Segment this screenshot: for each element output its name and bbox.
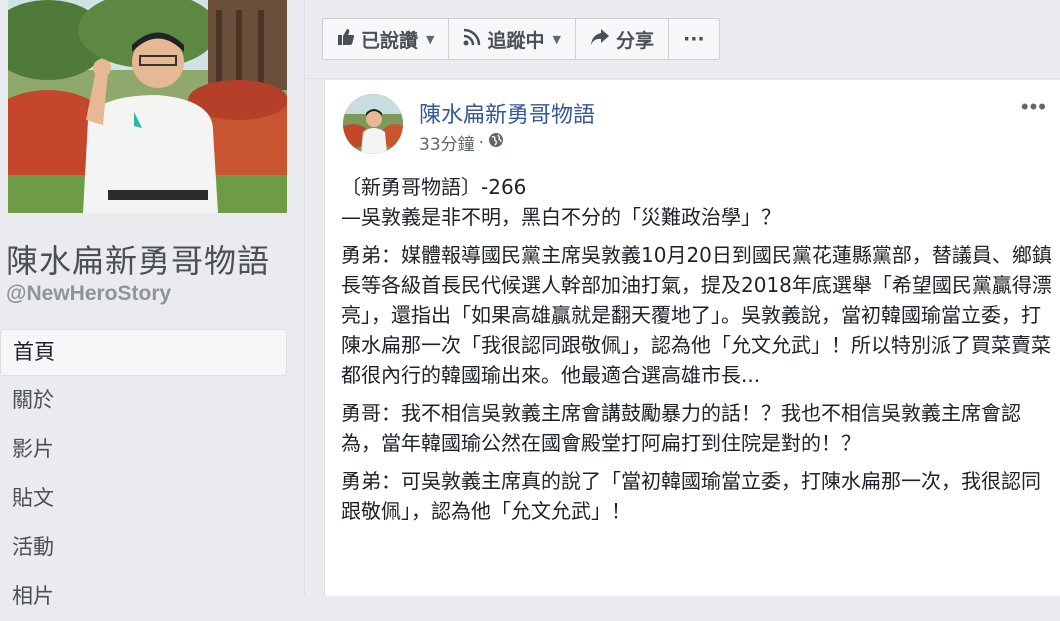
share-button[interactable]: 分享 bbox=[576, 19, 669, 59]
nav-item-home[interactable]: 首頁 bbox=[0, 329, 287, 376]
page-nav: 首頁 關於 影片 貼文 活動 相片 bbox=[0, 329, 287, 621]
globe-icon[interactable] bbox=[488, 132, 504, 153]
rss-icon bbox=[463, 28, 481, 51]
page-title: 陳水扁新勇哥物語 bbox=[6, 242, 271, 280]
post-card: 陳水扁新勇哥物語 33分鐘 · ••• 〔新勇哥物語〕-266 —吳敦義是非不明… bbox=[324, 80, 1060, 596]
more-actions-button[interactable]: ··· bbox=[669, 19, 719, 59]
post-paragraph: 勇弟：可吳敦義主席真的說了「當初韓國瑜當立委，打陳水扁那一次，我很認同跟敬佩」，… bbox=[341, 469, 1041, 523]
liked-label: 已說讚 bbox=[361, 29, 419, 52]
more-label: ··· bbox=[682, 28, 705, 50]
post-author-link[interactable]: 陳水扁新勇哥物語 bbox=[419, 97, 595, 129]
nav-item-about[interactable]: 關於 bbox=[0, 376, 287, 425]
post-meta: 33分鐘 · bbox=[419, 130, 504, 155]
share-arrow-icon bbox=[590, 28, 610, 51]
separator: · bbox=[478, 132, 485, 153]
post-paragraph: 勇弟：媒體報導國民黨主席吳敦義10月20日到國民黨花蓮縣黨部，替議員、鄉鎮長等各… bbox=[341, 243, 1052, 387]
caret-down-icon: ▼ bbox=[552, 32, 561, 46]
post-body: 〔新勇哥物語〕-266 —吳敦義是非不明，黑白不分的「災難政治學」？ 勇弟：媒體… bbox=[341, 172, 1053, 534]
profile-photo-image bbox=[8, 0, 287, 213]
nav-item-events[interactable]: 活動 bbox=[0, 523, 287, 572]
post-options-button[interactable]: ••• bbox=[1021, 94, 1047, 120]
page-action-bar: 已說讚 ▼ 追蹤中 ▼ 分享 ··· bbox=[322, 18, 720, 60]
liked-button[interactable]: 已說讚 ▼ bbox=[323, 19, 450, 59]
divider bbox=[304, 78, 1060, 79]
thumbs-up-icon bbox=[337, 28, 355, 51]
page-handle: @NewHeroStory bbox=[6, 282, 172, 305]
post-paragraph: 勇哥：我不相信吳敦義主席會講鼓勵暴力的話！？我也不相信吳敦義主席會認為，當年韓國… bbox=[341, 401, 1021, 455]
following-label: 追蹤中 bbox=[487, 29, 545, 52]
page-sidebar: 陳水扁新勇哥物語 @NewHeroStory 首頁 關於 影片 貼文 活動 相片 bbox=[0, 0, 305, 608]
profile-photo[interactable] bbox=[8, 0, 287, 213]
caret-down-icon: ▼ bbox=[426, 32, 435, 46]
nav-item-posts[interactable]: 貼文 bbox=[0, 474, 287, 523]
avatar-image bbox=[343, 94, 403, 154]
avatar[interactable] bbox=[343, 94, 403, 154]
post-paragraph: 〔新勇哥物語〕-266 —吳敦義是非不明，黑白不分的「災難政治學」？ bbox=[341, 175, 781, 229]
following-button[interactable]: 追蹤中 ▼ bbox=[449, 19, 576, 59]
share-label: 分享 bbox=[615, 29, 654, 52]
nav-item-videos[interactable]: 影片 bbox=[0, 425, 287, 474]
nav-item-photos[interactable]: 相片 bbox=[0, 572, 287, 621]
post-timestamp[interactable]: 33分鐘 bbox=[419, 130, 475, 155]
